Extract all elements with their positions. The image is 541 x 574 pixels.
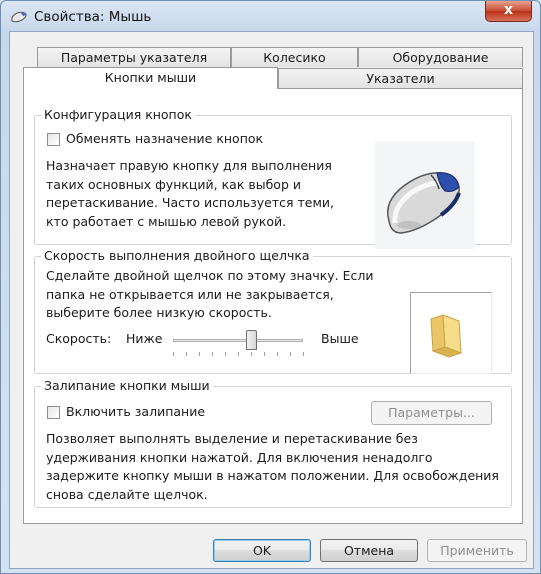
swap-buttons-checkbox[interactable] bbox=[47, 133, 60, 146]
slider-tick bbox=[238, 352, 239, 356]
slider-tick bbox=[199, 352, 200, 356]
tab-hardware[interactable]: Оборудование bbox=[358, 47, 523, 67]
tab-pointers[interactable]: Указатели bbox=[278, 68, 523, 88]
speed-slider-thumb[interactable] bbox=[245, 330, 257, 350]
click-lock-label[interactable]: Включить залипание bbox=[66, 404, 205, 419]
mouse-icon bbox=[387, 172, 461, 234]
description-line: Сделайте двойной щелчок по этому значку.… bbox=[46, 268, 374, 283]
description-line: выберите более низкую скорость. bbox=[46, 305, 272, 320]
speed-slider-track[interactable] bbox=[173, 339, 303, 342]
button-config-description: Назначает правую кнопку для выполнения т… bbox=[46, 157, 334, 231]
swap-buttons-label[interactable]: Обменять назначение кнопок bbox=[66, 131, 263, 146]
double-click-description: Сделайте двойной щелчок по этому значку.… bbox=[46, 267, 374, 323]
slider-tick bbox=[290, 352, 291, 356]
description-line: задержите кнопку мыши в нажатом положени… bbox=[46, 468, 499, 483]
speed-slow-label: Ниже bbox=[126, 331, 163, 346]
button-config-group: Конфигурация кнопок Обменять назначение … bbox=[34, 107, 512, 249]
close-button[interactable]: x bbox=[485, 1, 532, 22]
title-bar[interactable]: Свойства: Мышь x bbox=[1, 1, 540, 35]
slider-tick bbox=[251, 352, 252, 356]
slider-tick bbox=[303, 352, 304, 356]
double-click-legend: Скорость выполнения двойного щелчка bbox=[41, 248, 313, 263]
mouse-illustration bbox=[375, 141, 475, 249]
click-lock-settings-button[interactable]: Параметры... bbox=[371, 401, 492, 425]
description-line: перетаскивание. Часто используется теми, bbox=[46, 195, 334, 210]
click-lock-checkbox[interactable] bbox=[47, 406, 60, 419]
test-folder-area[interactable] bbox=[410, 292, 492, 374]
click-lock-legend: Залипание кнопки мыши bbox=[41, 378, 213, 393]
slider-tick bbox=[264, 352, 265, 356]
slider-tick bbox=[225, 352, 226, 356]
description-line: Позволяет выполнять выделение и перетаск… bbox=[46, 431, 418, 446]
description-line: таких основных функций, как выбор и bbox=[46, 176, 301, 192]
ok-button[interactable]: OK bbox=[213, 539, 311, 562]
slider-tick bbox=[212, 352, 213, 356]
close-icon: x bbox=[503, 2, 514, 18]
folder-icon bbox=[430, 314, 463, 358]
slider-tick bbox=[186, 352, 187, 356]
slider-tick bbox=[173, 352, 174, 356]
apply-button[interactable]: Применить bbox=[427, 539, 527, 562]
description-line: кто работает с мышью левой рукой. bbox=[46, 213, 287, 229]
description-line: удерживания кнопки нажатой. Для включени… bbox=[46, 449, 433, 465]
mouse-app-icon bbox=[11, 11, 27, 23]
slider-tick bbox=[277, 352, 278, 356]
click-lock-group: Залипание кнопки мыши Включить залипание… bbox=[34, 378, 512, 508]
buttons-tab-panel: Конфигурация кнопок Обменять назначение … bbox=[23, 88, 523, 524]
tab-buttons[interactable]: Кнопки мыши bbox=[23, 67, 278, 89]
speed-label: Скорость: bbox=[46, 331, 112, 346]
mouse-properties-window: Свойства: Мышь x Параметры указателя Кол… bbox=[0, 0, 541, 574]
description-line: снова сделайте щелчок. bbox=[46, 486, 208, 502]
button-config-legend: Конфигурация кнопок bbox=[41, 107, 195, 122]
description-line: Назначает правую кнопку для выполнения bbox=[46, 158, 332, 173]
description-line: папка не открывается или не закрывается, bbox=[46, 286, 334, 302]
double-click-group: Скорость выполнения двойного щелчка Сдел… bbox=[34, 248, 512, 374]
tab-pointer-options[interactable]: Параметры указателя bbox=[37, 47, 231, 67]
speed-fast-label: Выше bbox=[321, 331, 359, 346]
tab-wheel[interactable]: Колесико bbox=[231, 47, 358, 67]
click-lock-description: Позволяет выполнять выделение и перетаск… bbox=[46, 430, 499, 504]
cancel-button[interactable]: Отмена bbox=[320, 539, 418, 562]
window-title: Свойства: Мышь bbox=[34, 9, 152, 25]
